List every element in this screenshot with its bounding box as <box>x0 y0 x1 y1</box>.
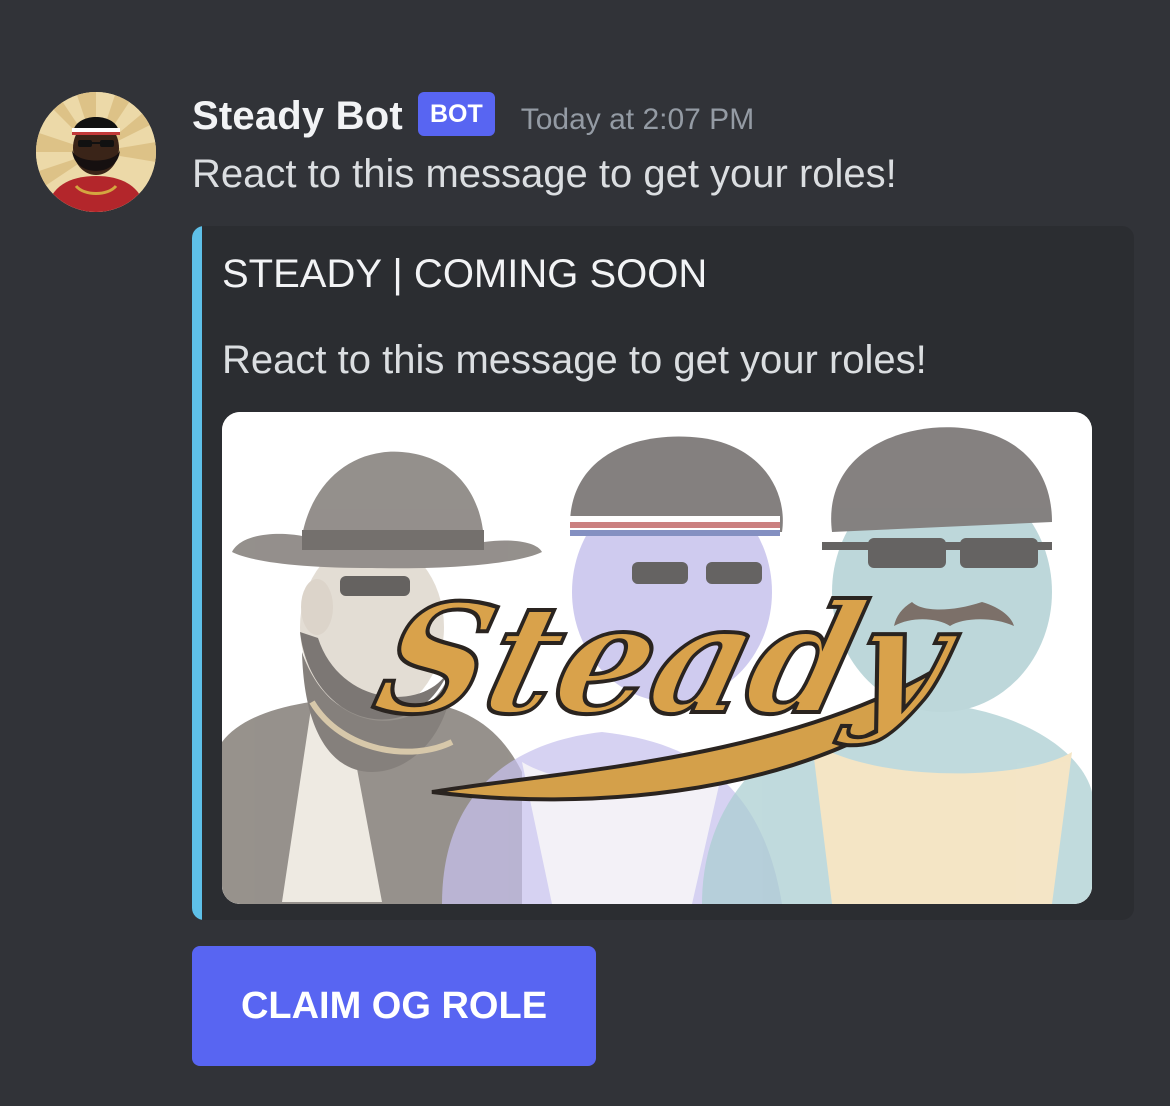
embed-description: React to this message to get your roles! <box>222 338 927 382</box>
svg-text:Steady: Steady <box>361 571 977 747</box>
message-timestamp: Today at 2:07 PM <box>520 103 755 136</box>
author-name[interactable]: Steady Bot <box>192 94 403 139</box>
bot-tag-badge: BOT <box>417 92 495 136</box>
message-content: React to this message to get your roles! <box>192 152 897 196</box>
avatar-illustration-icon <box>36 92 156 212</box>
embed-image[interactable]: Steady <box>222 412 1092 904</box>
bot-avatar[interactable] <box>36 92 156 212</box>
embed-accent-bar <box>192 226 202 920</box>
chat-message: Steady Bot BOT Today at 2:07 PM React to… <box>0 0 1170 1106</box>
embed-title: STEADY | COMING SOON <box>222 252 708 296</box>
steady-banner-illustration: Steady <box>222 412 1092 904</box>
claim-og-role-button[interactable]: CLAIM OG ROLE <box>192 946 596 1066</box>
message-embed: STEADY | COMING SOON React to this messa… <box>192 226 1134 920</box>
message-header: Steady Bot BOT Today at 2:07 PM <box>192 88 754 144</box>
